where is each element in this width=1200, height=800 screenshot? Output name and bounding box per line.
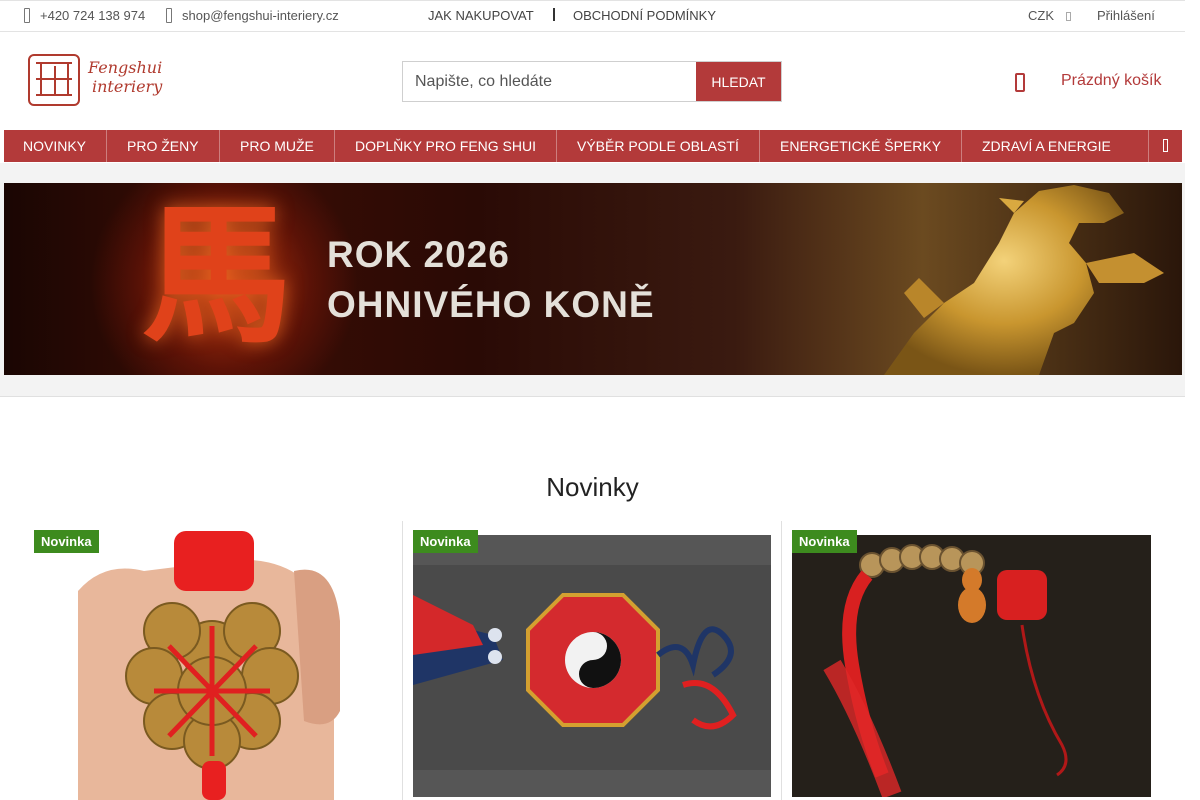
email-text: shop@fengshui-interiery.cz bbox=[182, 8, 339, 23]
product-card[interactable]: Novinka bbox=[34, 521, 414, 800]
menu-item-zdravi-a-energie[interactable]: ZDRAVÍ A ENERGIE bbox=[982, 130, 1111, 162]
menu-item-doplnky[interactable]: DOPLŇKY PRO FENG SHUI bbox=[355, 130, 536, 162]
menu-item-pro-muze[interactable]: PRO MUŽE bbox=[240, 130, 314, 162]
search-input[interactable] bbox=[403, 62, 697, 101]
banner-glyph: 馬 bbox=[142, 188, 293, 364]
currency-selector[interactable]: CZK bbox=[1028, 1, 1071, 31]
logo-seal-icon bbox=[28, 54, 80, 106]
new-badge: Novinka bbox=[413, 530, 478, 553]
product-card[interactable]: Novinka bbox=[413, 521, 793, 800]
search-form: HLEDAT bbox=[402, 61, 782, 102]
phone-contact[interactable]: +420 724 138 974 bbox=[24, 1, 145, 31]
logo-text: Fengshui interiery bbox=[88, 58, 162, 96]
chevron-right-icon bbox=[1163, 139, 1168, 152]
logo-line1: Fengshui bbox=[88, 58, 163, 77]
currency-label: CZK bbox=[1028, 8, 1054, 23]
product-image[interactable] bbox=[792, 535, 1172, 797]
menu-item-vyber-podle-oblasti[interactable]: VÝBĚR PODLE OBLASTÍ bbox=[577, 130, 739, 162]
search-button[interactable]: HLEDAT bbox=[696, 62, 781, 101]
link-terms[interactable]: OBCHODNÍ PODMÍNKY bbox=[573, 1, 716, 31]
topbar-divider bbox=[553, 8, 555, 21]
cart-link[interactable]: Prázdný košík bbox=[1061, 72, 1161, 90]
cart-icon[interactable] bbox=[1015, 73, 1025, 92]
section-title: Novinky bbox=[546, 472, 639, 502]
site-logo[interactable]: Fengshui interiery bbox=[28, 54, 168, 110]
logo-line2: interiery bbox=[92, 77, 163, 96]
menu-more-button[interactable] bbox=[1148, 130, 1182, 162]
menu-item-pro-zeny[interactable]: PRO ŽENY bbox=[127, 130, 199, 162]
product-image[interactable] bbox=[34, 531, 414, 800]
menu-item-novinky[interactable]: NOVINKY bbox=[23, 130, 86, 162]
phone-text: +420 724 138 974 bbox=[40, 8, 146, 23]
banner-headline-line1: ROK 2026 bbox=[327, 234, 510, 275]
phone-icon bbox=[24, 8, 30, 23]
hero-banner[interactable]: 馬 ROK 2026 OHNIVÉHO KONĚ bbox=[4, 183, 1182, 375]
golden-horse-image bbox=[884, 185, 1164, 375]
menu-item-energeticke-sperky[interactable]: ENERGETICKÉ ŠPERKY bbox=[780, 130, 941, 162]
product-card[interactable]: Novinka bbox=[792, 521, 1172, 800]
login-link[interactable]: Přihlášení bbox=[1097, 1, 1155, 31]
banner-headline-line2: OHNIVÉHO KONĚ bbox=[327, 284, 655, 325]
new-badge: Novinka bbox=[792, 530, 857, 553]
new-badge: Novinka bbox=[34, 530, 99, 553]
link-how-to-buy[interactable]: JAK NAKUPOVAT bbox=[428, 1, 534, 31]
main-menu: NOVINKY PRO ŽENY PRO MUŽE DOPLŇKY PRO FE… bbox=[4, 130, 1182, 162]
email-contact[interactable]: shop@fengshui-interiery.cz bbox=[166, 1, 339, 31]
envelope-icon bbox=[166, 8, 172, 23]
top-bar: +420 724 138 974 shop@fengshui-interiery… bbox=[0, 0, 1185, 32]
product-image[interactable] bbox=[413, 535, 793, 797]
chevron-down-icon bbox=[1066, 12, 1071, 21]
